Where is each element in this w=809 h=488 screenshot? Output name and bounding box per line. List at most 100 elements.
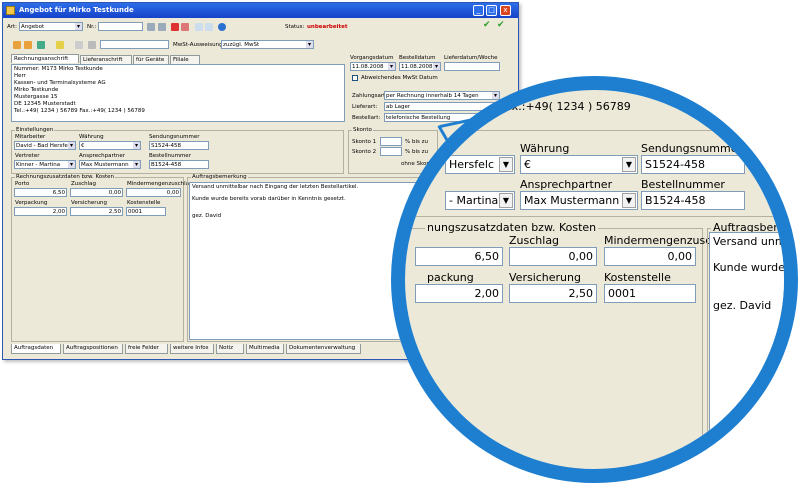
tab-notiz[interactable]: Notiz (216, 344, 244, 354)
check-icon[interactable]: ✔ (483, 20, 491, 30)
mwst-label: MwSt-Ausweisung: (173, 42, 225, 48)
vorgangsdatum-input[interactable]: 11.08.2008 (350, 62, 396, 71)
zoom-minder-input[interactable]: 0,00 (604, 247, 696, 266)
skonto1-label: Skonto 1 (352, 139, 377, 145)
art-select[interactable]: Angebot (19, 22, 83, 31)
people-options-icon[interactable] (24, 41, 32, 49)
zoom-remark-line: Kunde wurde bere (713, 261, 796, 274)
tab-weitere-infos[interactable]: weitere Infos (170, 344, 214, 354)
zoom-bestellnummer-label: Bestellnummer (641, 178, 725, 191)
tab-auftragsdaten[interactable]: Auftragsdaten (11, 344, 61, 354)
zoom-versicherung-input[interactable]: 2,50 (509, 284, 597, 303)
zoom-costs-title: nungszusatzdaten bzw. Kosten (425, 221, 599, 234)
pdf-options-icon[interactable] (181, 23, 189, 31)
notes-icon[interactable] (56, 41, 64, 49)
address-line: Mustergasse 15 (14, 94, 58, 100)
abweichend-label: Abweichendes MwSt Datum (361, 75, 438, 81)
versicherung-input[interactable]: 2,50 (70, 207, 123, 216)
minimize-button[interactable]: _ (473, 5, 484, 16)
kostenstelle-input[interactable]: 0001 (126, 207, 166, 216)
info-icon[interactable] (218, 23, 226, 31)
pdf-icon[interactable] (171, 23, 179, 31)
tab-rechnungsanschrift[interactable]: Rechnungsanschrift (11, 54, 79, 63)
tab-dokumentenverwaltung[interactable]: Dokumentenverwaltung (286, 344, 361, 354)
tab-lieferanschrift[interactable]: Lieferanschrift (80, 55, 132, 64)
skonto-title: Skonto (352, 127, 373, 133)
zoom-magnifier: ax.:+49( 1234 ) 56789 Währung Hersfelc ▼ … (391, 76, 798, 483)
bestellart-label: Bestellart: (352, 115, 381, 121)
tab-multimedia[interactable]: Multimedia (246, 344, 284, 354)
skonto2-label: Skonto 2 (352, 149, 377, 155)
copy-icon[interactable] (195, 23, 203, 31)
tab-auftragspositionen[interactable]: Auftragspositionen (63, 344, 123, 354)
vertreter-select[interactable]: Kinner - Martina (14, 160, 76, 169)
lieferdatum-input[interactable] (444, 62, 500, 71)
costs-title: Rechnungszusatzdaten bzw. Kosten (15, 174, 116, 180)
tab-fuer-geraete[interactable]: für Geräte (133, 55, 169, 64)
zoom-kostenstelle-input[interactable]: 0001 (604, 284, 696, 303)
skonto2-input[interactable] (380, 147, 402, 156)
zoom-settings-border-bottom (405, 216, 784, 217)
address-line: Mirko Testkunde (14, 87, 59, 93)
mail-icon[interactable] (205, 23, 213, 31)
mitarbeiter-label: Mitarbeiter (15, 134, 46, 140)
waehrung-label: Währung (79, 134, 104, 140)
zoom-porto-input[interactable]: 6,50 (415, 247, 503, 266)
zuschlag-input[interactable]: 0,00 (70, 188, 123, 197)
toolbar-input[interactable] (100, 40, 169, 49)
versicherung-label: Versicherung (71, 200, 107, 206)
zoom-sendungsnummer-input[interactable]: S1524-458 (641, 155, 745, 174)
print-options-icon[interactable] (158, 23, 166, 31)
tab-freie-felder[interactable]: freie Felder (125, 344, 168, 354)
porto-input[interactable]: 6,50 (14, 188, 67, 197)
nr-input[interactable] (98, 22, 143, 31)
mitarbeiter-select[interactable]: David - Bad Hersfeld (14, 141, 76, 150)
window-title: Angebot für Mirko Testkunde (19, 6, 134, 14)
status-label: Status: (285, 24, 305, 30)
zoom-settings-border (405, 130, 784, 131)
address-line: Kassen- und Terminalsysteme AG (14, 80, 106, 86)
porto-label: Porto (15, 181, 30, 187)
app-icon (6, 6, 15, 15)
zoom-ansprech-select[interactable]: Max Mustermann ▼ (520, 191, 638, 210)
abweichend-checkbox[interactable] (352, 75, 358, 81)
status-value: unbearbeitet (307, 24, 348, 30)
zoom-vertreter-select[interactable]: - Martina ▼ (445, 191, 515, 210)
mindermengenzuschlag-label: Mindermengenzuschlag (127, 181, 193, 187)
address-box[interactable]: Nummer: M173 Mirko Testkunde Herr Kassen… (11, 64, 345, 122)
ansprechpartner-label: Ansprechpartner (79, 153, 126, 159)
zoom-verpackung-input[interactable]: 2,00 (415, 284, 503, 303)
mwst-select[interactable]: zuzügl. MwSt (221, 40, 314, 49)
verpackung-input[interactable]: 2,00 (14, 207, 67, 216)
zoom-waehrung-select[interactable]: € ▼ (520, 155, 638, 174)
zoom-zuschlag-label: Zuschlag (509, 234, 560, 247)
waehrung-select[interactable]: € (79, 141, 141, 150)
vertreter-label: Vertreter (15, 153, 40, 159)
zoom-remark-textarea[interactable]: Versand unmittel Kunde wurde bere gez. D… (709, 232, 796, 469)
maximize-button[interactable]: □ (486, 5, 497, 16)
nr-label: Nr.: (87, 24, 97, 30)
people-icon[interactable] (13, 41, 21, 49)
ansprechpartner-select[interactable]: Max Mustermann (79, 160, 141, 169)
tab-filiale[interactable]: Filiale (170, 55, 200, 64)
calendar-icon[interactable] (75, 41, 83, 49)
zoom-ansprech-label: Ansprechpartner (520, 178, 613, 191)
search-icon[interactable] (37, 41, 45, 49)
check-all-icon[interactable]: ✔ (497, 20, 505, 30)
lieferart-label: Lieferart: (352, 104, 378, 110)
address-line: Tel.:+49( 1234 ) 56789 Fax.:+49( 1234 ) … (14, 108, 145, 114)
sendungsnummer-input[interactable]: S1524-458 (149, 141, 209, 150)
print-icon[interactable] (147, 23, 155, 31)
zoom-bestellnummer-input[interactable]: B1524-458 (641, 191, 745, 210)
close-button[interactable]: x (500, 5, 511, 16)
zoom-zuschlag-input[interactable]: 0,00 (509, 247, 597, 266)
bestellnummer-input[interactable]: B1524-458 (149, 160, 209, 169)
bestelldatum-input[interactable]: 11.08.2008 (399, 62, 441, 71)
skonto1-input[interactable] (380, 137, 402, 146)
camera-icon[interactable] (88, 41, 96, 49)
mindermengenzuschlag-input[interactable]: 0,00 (126, 188, 181, 197)
lieferdatum-label: Lieferdatum/Woche (444, 55, 498, 61)
zoom-kostenstelle-label: Kostenstelle (604, 271, 671, 284)
zoom-mitarbeiter-select[interactable]: Hersfelc ▼ (445, 155, 515, 174)
zoom-verpackung-label: packung (427, 271, 474, 284)
